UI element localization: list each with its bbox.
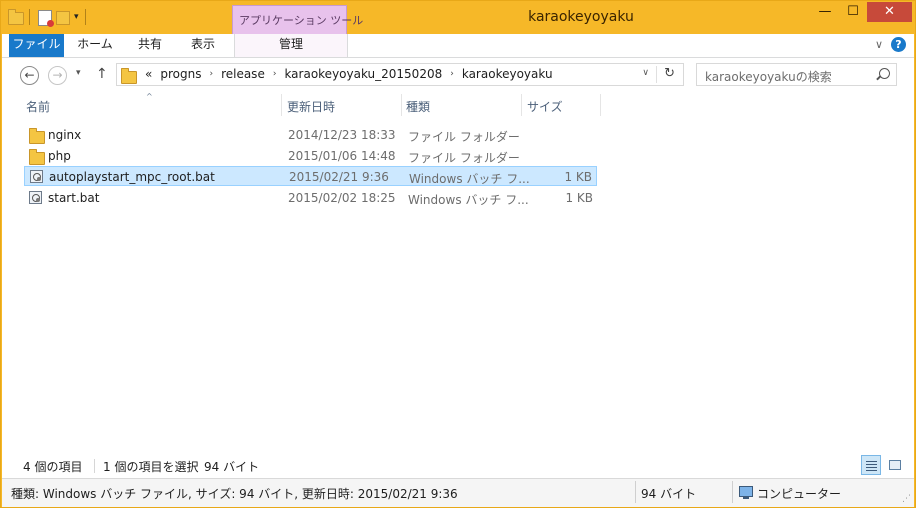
toolbar-separator: [29, 9, 30, 25]
expand-ribbon-chevron-icon[interactable]: ∨: [875, 38, 883, 51]
application-tools-context-tab: アプリケーション ツール: [232, 5, 363, 34]
breadcrumb-separator-icon[interactable]: ›: [269, 69, 281, 79]
help-icon[interactable]: ?: [891, 37, 906, 52]
search-placeholder: karaokeyoyakuの検索: [705, 70, 832, 84]
details-divider: [732, 481, 733, 503]
ribbon-tabs: ファイル ホーム 共有 表示 管理 ∨ ?: [2, 34, 914, 58]
file-date: 2015/01/06 14:48: [288, 149, 396, 163]
toolbar-separator: [84, 9, 86, 25]
file-date: 2014/12/23 18:33: [288, 128, 396, 142]
breadcrumb: « progns › release › karaokeyoyaku_20150…: [141, 67, 557, 81]
up-button[interactable]: ↑: [96, 66, 108, 82]
ribbon-right-controls: ∨ ?: [875, 37, 906, 52]
file-date: 2015/02/21 9:36: [289, 170, 389, 184]
file-name: nginx: [48, 128, 82, 142]
file-row-autoplaystart-mpc-root[interactable]: autoplaystart_mpc_root.bat 2015/02/21 9:…: [24, 166, 597, 186]
large-icons-icon: [889, 460, 901, 470]
details-location: コンピューター: [757, 487, 842, 501]
file-name: autoplaystart_mpc_root.bat: [49, 170, 215, 184]
tab-file[interactable]: ファイル: [9, 34, 64, 57]
file-row-nginx[interactable]: nginx 2014/12/23 18:33 ファイル フォルダー: [24, 125, 597, 145]
breadcrumb-karaokeyoyaku-20150208[interactable]: karaokeyoyaku_20150208: [280, 67, 446, 81]
tab-share[interactable]: 共有: [126, 34, 174, 57]
address-history-chevron-icon[interactable]: ∨: [642, 68, 649, 78]
window-title: karaokeyoyaku: [528, 9, 634, 25]
navigation-bar: ← → ▾ ↑ « progns › release › karaokeyoya…: [2, 58, 914, 92]
column-header-name[interactable]: 名前: [26, 98, 50, 115]
details-size: 94 バイト: [641, 487, 697, 501]
file-name: php: [48, 149, 71, 163]
selection-details: 種類: Windows バッチ ファイル, サイズ: 94 バイト, 更新日時:…: [11, 487, 458, 501]
breadcrumb-separator-icon[interactable]: ›: [205, 69, 217, 79]
column-header-date[interactable]: 更新日時: [287, 98, 335, 115]
breadcrumb-release[interactable]: release: [217, 67, 269, 81]
file-type: Windows バッチ フ...: [408, 193, 529, 207]
tab-home[interactable]: ホーム: [68, 34, 122, 57]
resize-grip-icon[interactable]: ⋰: [902, 494, 911, 504]
batch-file-icon: [29, 191, 43, 205]
explorer-window: ▾ アプリケーション ツール karaokeyoyaku — ☐ ✕ ファイル …: [0, 0, 916, 508]
address-bar[interactable]: « progns › release › karaokeyoyaku_20150…: [116, 63, 684, 86]
column-divider[interactable]: [281, 94, 282, 116]
column-header-type[interactable]: 種類: [406, 98, 430, 115]
tab-manage[interactable]: 管理: [234, 34, 348, 57]
content-area: ← → ▾ ↑ « progns › release › karaokeyoya…: [2, 58, 914, 478]
column-divider[interactable]: [401, 94, 402, 116]
context-group-label: アプリケーション ツール: [239, 14, 364, 27]
address-divider: [656, 66, 657, 83]
folder-icon: [29, 128, 45, 144]
breadcrumb-karaokeyoyaku[interactable]: karaokeyoyaku: [458, 67, 557, 81]
file-size: 1 KB: [565, 191, 593, 205]
batch-file-icon: [30, 170, 44, 184]
status-bar: 4 個の項目 1 個の項目を選択 94 バイト: [2, 453, 914, 478]
file-type: ファイル フォルダー: [408, 151, 520, 165]
sort-ascending-icon: ^: [146, 92, 153, 101]
breadcrumb-overflow[interactable]: «: [141, 67, 156, 81]
maximize-button[interactable]: ☐: [839, 2, 867, 22]
folder-icon: [121, 68, 137, 84]
recent-locations-chevron-icon[interactable]: ▾: [76, 68, 81, 78]
column-header-size[interactable]: サイズ: [527, 98, 563, 115]
column-headers: ^ 名前 更新日時 種類 サイズ: [2, 92, 914, 118]
forward-button[interactable]: →: [48, 66, 67, 85]
close-button[interactable]: ✕: [867, 2, 912, 22]
selected-size: 94 バイト: [204, 460, 260, 474]
refresh-icon[interactable]: ↻: [664, 66, 675, 81]
details-view-button[interactable]: [861, 455, 881, 475]
details-divider: [635, 481, 636, 503]
back-button[interactable]: ←: [20, 66, 39, 85]
column-divider[interactable]: [600, 94, 601, 116]
file-date: 2015/02/02 18:25: [288, 191, 396, 205]
customize-toolbar-chevron-icon[interactable]: ▾: [74, 12, 79, 22]
details-bar: 種類: Windows バッチ ファイル, サイズ: 94 バイト, 更新日時:…: [2, 478, 914, 507]
folder-icon[interactable]: [7, 9, 24, 25]
status-divider: [94, 459, 95, 473]
computer-icon: [739, 486, 753, 499]
file-type: Windows バッチ フ...: [409, 172, 530, 186]
item-count: 4 個の項目: [23, 460, 83, 474]
file-row-start[interactable]: start.bat 2015/02/02 18:25 Windows バッチ フ…: [24, 188, 597, 208]
quick-access-toolbar: ▾: [7, 7, 90, 27]
search-box[interactable]: karaokeyoyakuの検索: [696, 63, 897, 86]
file-type: ファイル フォルダー: [408, 130, 520, 144]
folder-icon: [29, 149, 45, 165]
column-divider[interactable]: [521, 94, 522, 116]
breadcrumb-separator-icon[interactable]: ›: [446, 69, 458, 79]
tab-view[interactable]: 表示: [176, 34, 230, 57]
file-name: start.bat: [48, 191, 100, 205]
file-row-php[interactable]: php 2015/01/06 14:48 ファイル フォルダー: [24, 146, 597, 166]
file-size: 1 KB: [564, 170, 592, 184]
new-folder-icon[interactable]: [54, 9, 70, 25]
breadcrumb-progns[interactable]: progns: [156, 67, 205, 81]
large-icons-view-button[interactable]: [885, 455, 905, 475]
minimize-button[interactable]: —: [811, 2, 839, 22]
search-icon[interactable]: [879, 68, 890, 79]
properties-icon[interactable]: [36, 9, 54, 27]
selected-count: 1 個の項目を選択: [103, 460, 199, 474]
